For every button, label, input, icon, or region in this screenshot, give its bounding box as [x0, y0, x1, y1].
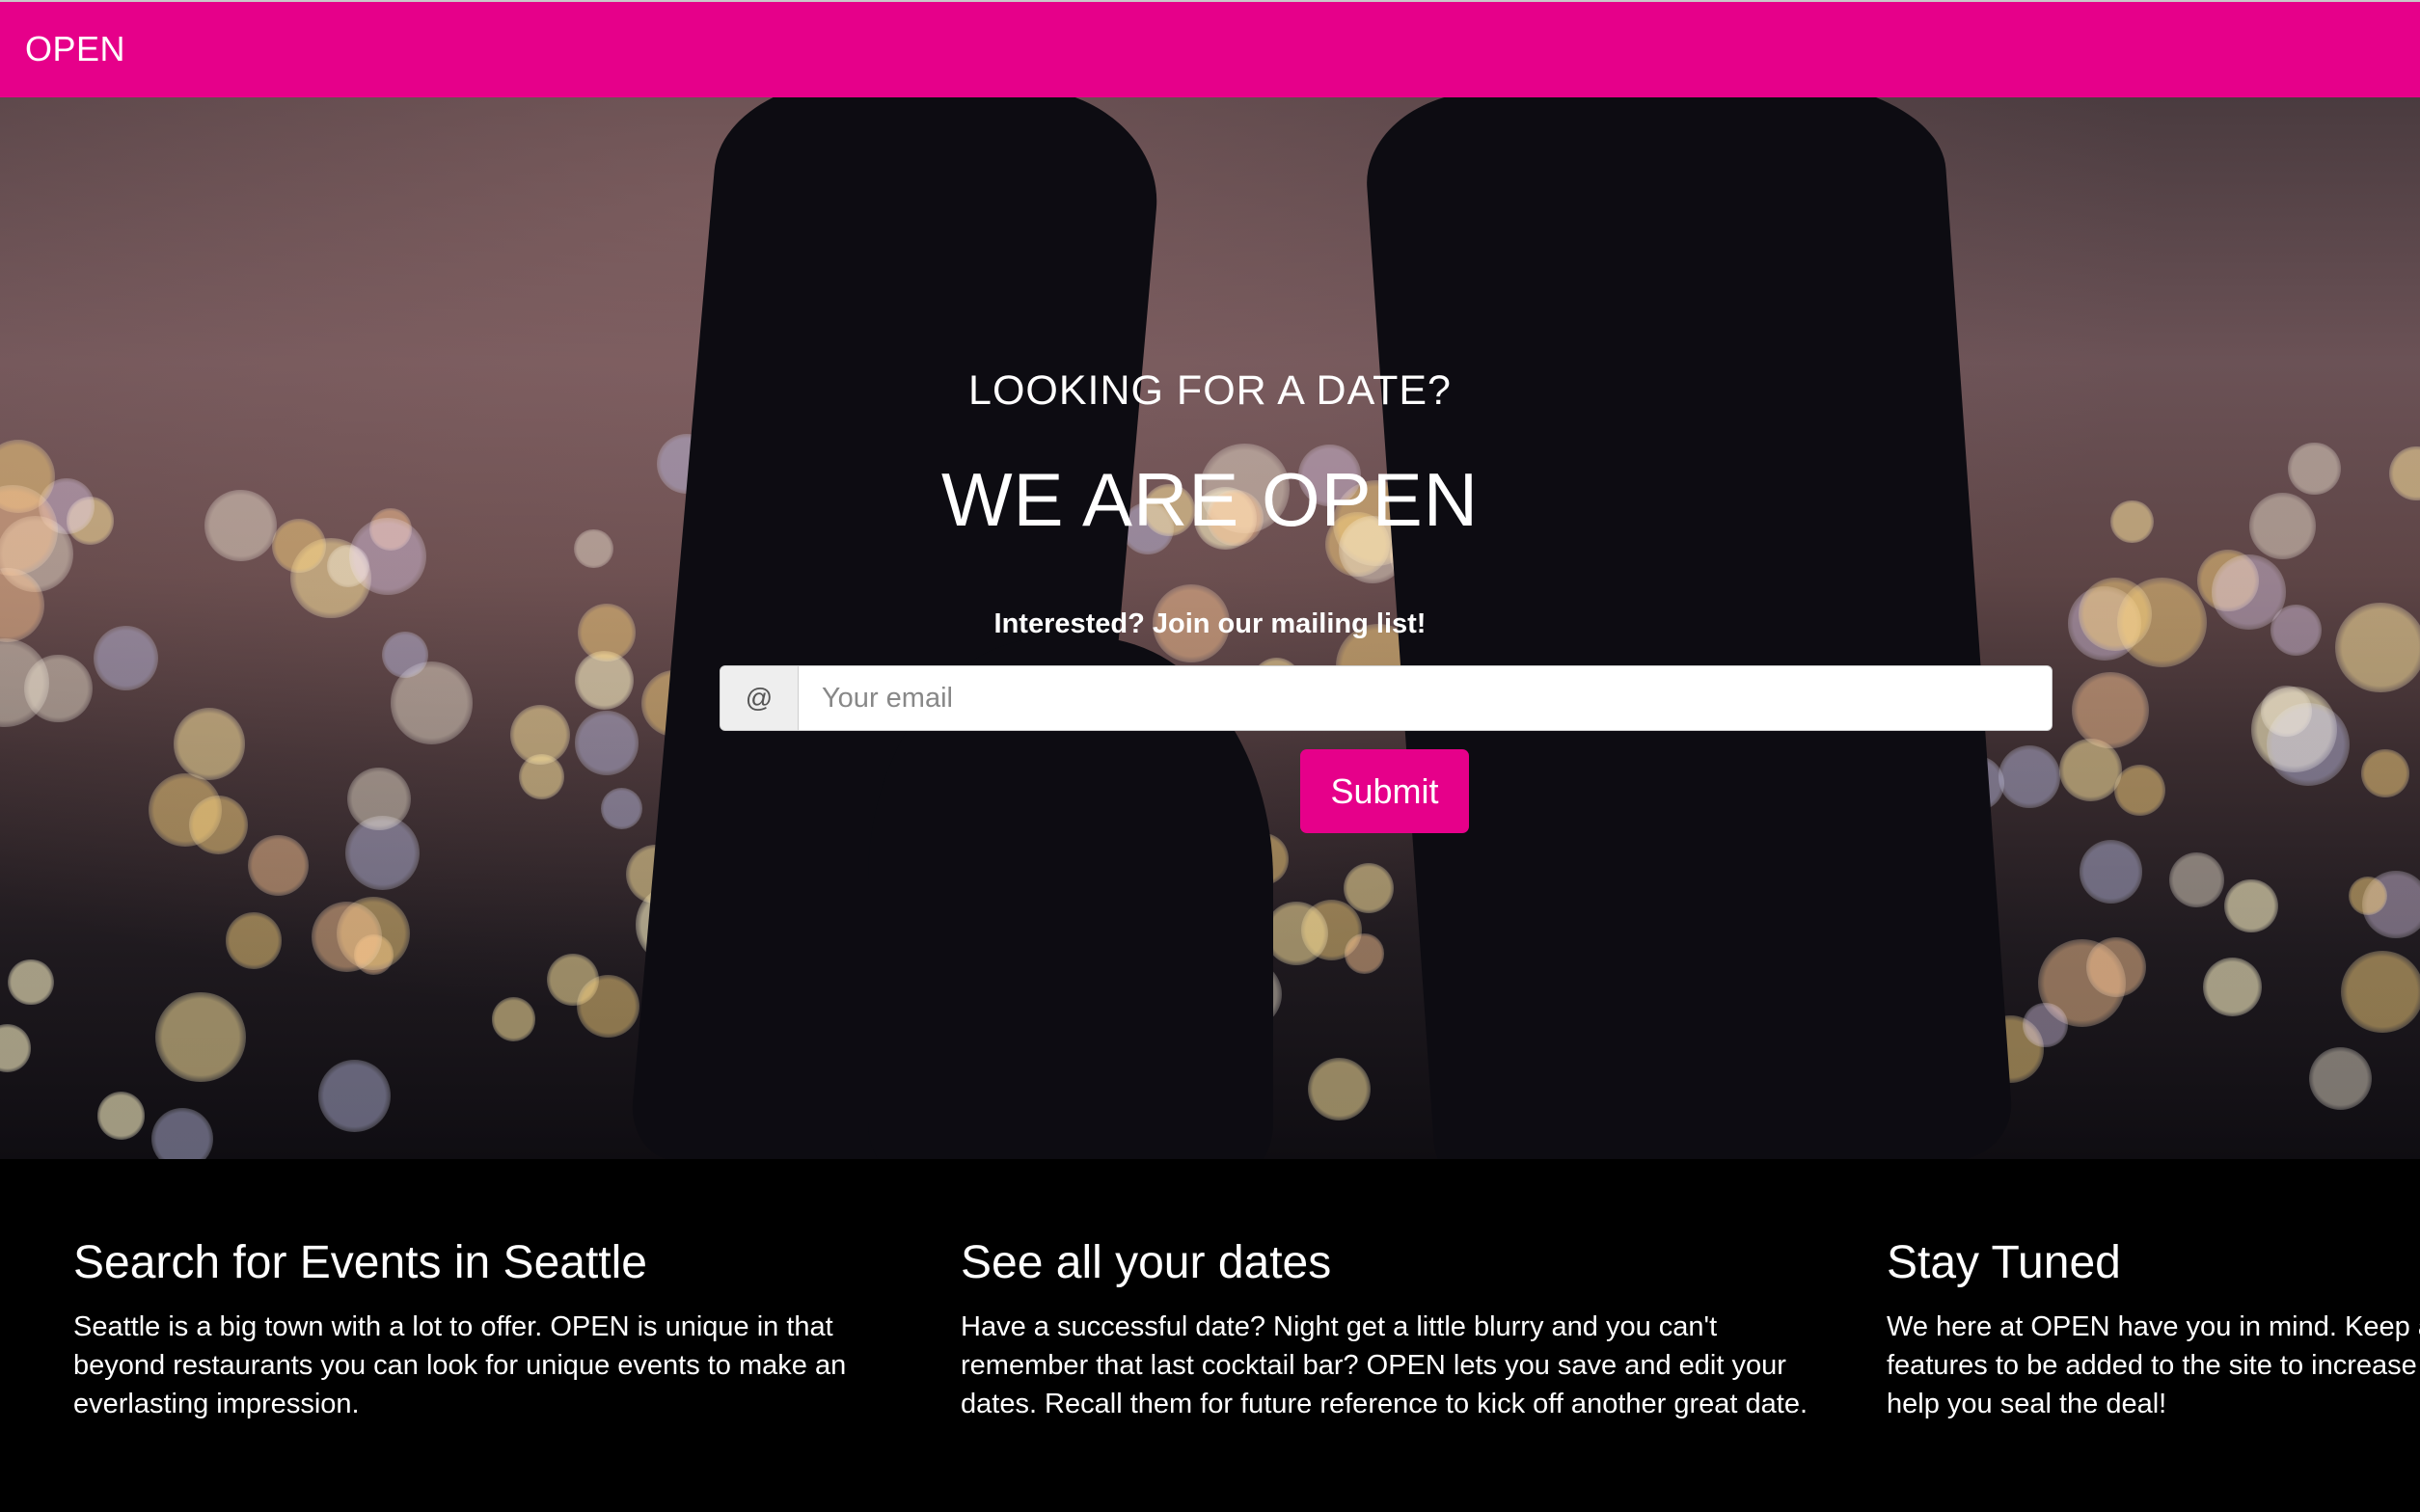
at-sign-icon: @ [721, 666, 799, 730]
feature-title: Search for Events in Seattle [73, 1237, 647, 1288]
submit-button[interactable]: Submit [1300, 749, 1469, 833]
brand-logo-link[interactable]: OPEN [25, 29, 125, 69]
feature-text-line: Seattle is a big town with a lot to offe… [73, 1311, 833, 1342]
email-input-group: @ [720, 665, 2053, 731]
feature-title: See all your dates [961, 1237, 1332, 1288]
feature-text-line: beyond restaurants you can look for uniq… [73, 1350, 847, 1381]
feature-text-line: Have a successful date? Night get a litt… [961, 1311, 1718, 1342]
email-field[interactable] [799, 666, 2052, 730]
mailing-list-label: Interested? Join our mailing list! [993, 608, 1427, 639]
feature-dates: See all your dates Have a successful dat… [961, 1234, 1808, 1423]
feature-text-line: remember that last cocktail bar? OPEN le… [961, 1350, 1786, 1381]
feature-events: Search for Events in Seattle Seattle is … [73, 1234, 846, 1423]
hero-section: LOOKING FOR A DATE? WE ARE OPEN Interest… [0, 97, 2420, 1159]
feature-text-line: dates. Recall them for future reference … [961, 1389, 1808, 1419]
feature-text-line: features to be added to the site to incr… [1887, 1350, 2420, 1381]
feature-stay-tuned: Stay Tuned We here at OPEN have you in m… [1887, 1234, 2420, 1423]
navbar: OPEN [0, 0, 2420, 97]
feature-title: Stay Tuned [1887, 1237, 2121, 1288]
hero-headline: WE ARE OPEN [940, 457, 1480, 542]
feature-text-line: everlasting impression. [73, 1389, 360, 1419]
feature-text-line: help you seal the deal! [1887, 1389, 2167, 1419]
feature-text-line: We here at OPEN have you in mind. Keep a… [1887, 1311, 2420, 1342]
hero-kicker: LOOKING FOR A DATE? [968, 367, 1452, 414]
features-section: Search for Events in Seattle Seattle is … [0, 1159, 2420, 1512]
